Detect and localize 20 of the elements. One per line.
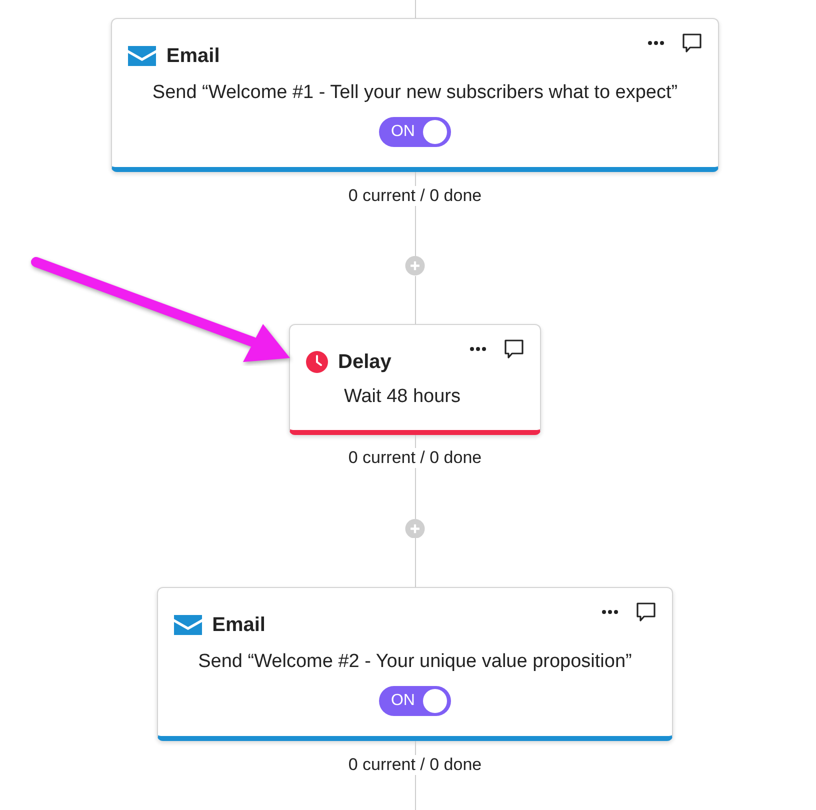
step-title: Delay	[338, 350, 392, 376]
on-off-toggle[interactable]: ON	[378, 686, 451, 716]
step-description: Send “Welcome #2 - Your unique value proposition”	[198, 650, 632, 672]
clock-icon	[306, 351, 328, 374]
step-description: Send “Welcome #1 - Tell your new subscribers what to expect”	[152, 82, 678, 103]
comment-icon[interactable]	[682, 32, 702, 53]
envelope-icon	[174, 614, 202, 635]
comment-icon[interactable]	[504, 339, 524, 360]
more-icon[interactable]	[470, 347, 486, 352]
step-title: Email	[212, 612, 266, 638]
email-card[interactable]: Email Send “Welcome #2 - Your unique value proposition” ON	[157, 586, 673, 742]
comment-icon[interactable]	[636, 602, 656, 622]
envelope-icon	[128, 46, 156, 66]
delay-card[interactable]: Delay Wait 48 hours	[289, 324, 541, 435]
step-title: Email	[166, 44, 220, 69]
more-icon[interactable]	[648, 40, 664, 45]
more-icon[interactable]	[602, 610, 618, 614]
on-off-toggle[interactable]: ON	[378, 117, 451, 148]
email-card[interactable]: Email Send “Welcome #1 - Tell your new subscribers what to expect” ON	[111, 18, 719, 172]
step-description: Wait 48 hours	[344, 386, 461, 408]
